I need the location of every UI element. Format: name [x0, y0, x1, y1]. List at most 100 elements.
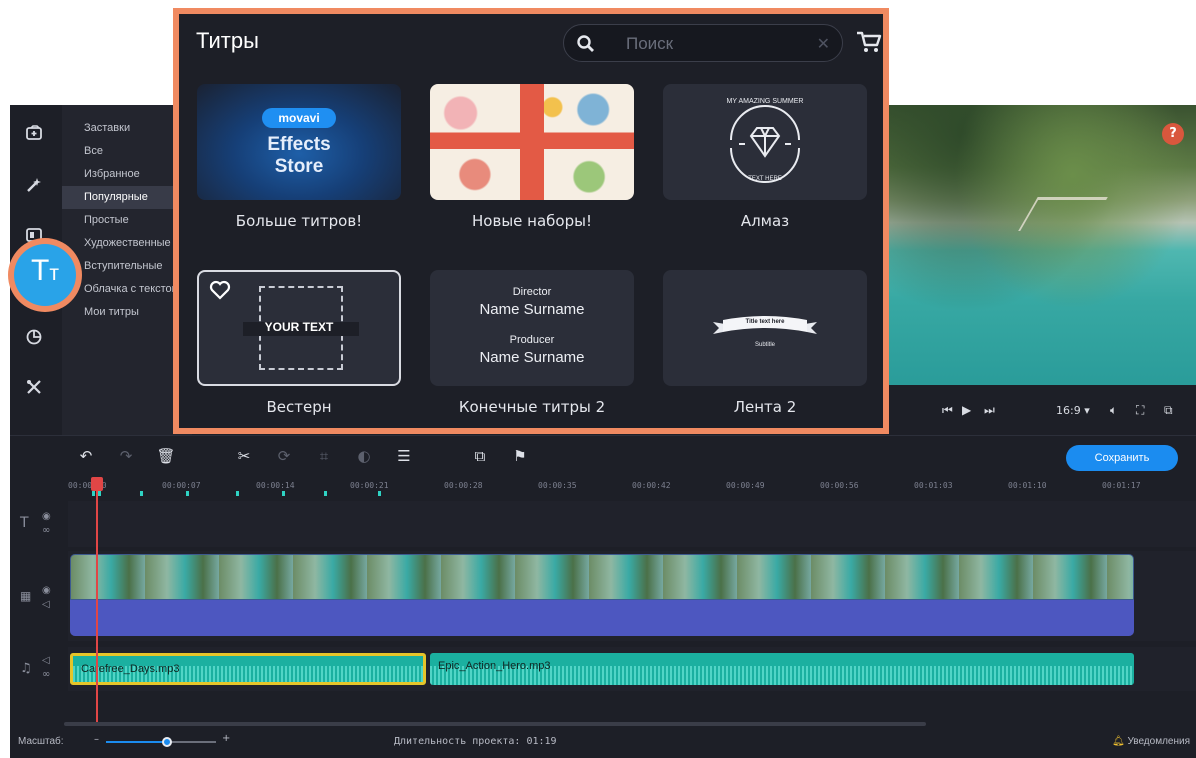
credits-role-1: Director: [512, 286, 552, 298]
music-note-icon: ♫: [20, 661, 32, 676]
overlay-icon[interactable]: ⧉: [470, 446, 490, 466]
tile-effects-store[interactable]: movavi Effects Store: [197, 84, 401, 200]
audio-clip[interactable]: Carefree_Days.mp3: [70, 653, 426, 685]
video-effect-bar[interactable]: [70, 600, 1134, 636]
heart-icon[interactable]: [209, 280, 231, 300]
store-line-1: Effects: [267, 134, 331, 155]
zoom-slider[interactable]: [106, 737, 216, 747]
aspect-ratio-select[interactable]: 16:9 ▾: [1056, 404, 1090, 417]
video-track-header: ▦ ◉ ◁: [10, 551, 68, 641]
clip-marker: [186, 491, 189, 496]
zoom-in-icon[interactable]: +: [222, 733, 230, 744]
video-clip[interactable]: [70, 554, 1134, 600]
audio-track-header: ♫ ◁ ∞: [10, 647, 68, 691]
clip-marker: [282, 491, 285, 496]
tile-western[interactable]: YOUR TEXT: [197, 270, 401, 386]
cut-icon[interactable]: ✂: [234, 446, 254, 466]
mute-icon[interactable]: ◁: [42, 655, 50, 666]
skip-back-icon[interactable]: ⏮: [942, 403, 953, 418]
credits-name-2: Name Surname: [479, 349, 585, 366]
tick-label: 00:00:07: [162, 481, 201, 490]
visibility-icon[interactable]: ◉: [42, 585, 51, 596]
clip-marker: [98, 491, 101, 496]
tile-end-credits[interactable]: Director Name Surname Producer Name Surn…: [430, 270, 634, 386]
project-duration: Длительность проекта: 01:19: [394, 736, 557, 747]
search-input[interactable]: [626, 33, 796, 55]
titles-panel: Титры ✕ movavi Effects Store Больше титр…: [173, 8, 889, 434]
clip-marker: [324, 491, 327, 496]
zoom-out-icon[interactable]: –: [94, 734, 99, 745]
help-button[interactable]: ?: [1162, 123, 1184, 145]
clip-marker: [378, 491, 381, 496]
tick-label: 00:01:03: [914, 481, 953, 490]
marker-flag-icon[interactable]: ⚑: [510, 446, 530, 466]
video-preview[interactable]: ?: [888, 105, 1196, 385]
audio-clip[interactable]: Epic_Action_Hero.mp3: [430, 653, 1134, 685]
link-icon[interactable]: ∞: [42, 669, 50, 680]
filters-icon[interactable]: [20, 171, 48, 199]
player-controls: ⏮ ▶ ⏭ 16:9 ▾ 🔈︎ ⛶ ⧉: [888, 385, 1196, 435]
bell-icon: 🔔︎: [1111, 736, 1125, 747]
visibility-icon[interactable]: ◉: [42, 511, 51, 522]
link-icon[interactable]: ∞: [42, 525, 50, 536]
tile-label: Лента 2: [733, 398, 797, 416]
tick-label: 00:00:42: [632, 481, 671, 490]
panel-title: Титры: [196, 28, 259, 53]
tile-label: Конечные титры 2: [458, 398, 606, 416]
mute-icon[interactable]: ◁: [42, 599, 50, 610]
zoom-slider-thumb[interactable]: [161, 737, 172, 747]
cart-icon[interactable]: [855, 28, 883, 56]
volume-icon[interactable]: 🔈︎: [1110, 403, 1117, 418]
rotate-icon[interactable]: ⟳: [274, 446, 294, 466]
titles-tool-big-letter: T: [31, 254, 50, 287]
tile-label: Больше титров!: [235, 212, 363, 230]
tile-ribbon[interactable]: Title text here Subtitle: [663, 270, 867, 386]
tick-label: 00:00:49: [726, 481, 765, 490]
ribbon-title-text: Title text here: [745, 319, 785, 325]
playhead-handle[interactable]: [91, 477, 103, 491]
western-title-text: YOUR TEXT: [264, 320, 334, 334]
import-icon[interactable]: [20, 119, 48, 147]
tick-label: 00:00:56: [820, 481, 859, 490]
title-track-icon: T: [20, 515, 29, 531]
title-track[interactable]: [68, 501, 1196, 547]
crop-icon[interactable]: ⌗: [314, 446, 334, 466]
undo-icon[interactable]: ↶: [76, 446, 96, 466]
tile-diamond[interactable]: MY AMAZING SUMMER TEXT HERE: [663, 84, 867, 200]
credits-role-2: Producer: [509, 334, 555, 346]
preview-driftwood: [1018, 197, 1108, 231]
notifications-label: Уведомления: [1127, 736, 1190, 747]
clip-marker: [236, 491, 239, 496]
zoom-slider-fill: [106, 741, 167, 743]
tick-label: 00:01:10: [1008, 481, 1047, 490]
notifications-button[interactable]: 🔔︎ Уведомления: [1112, 736, 1190, 747]
tile-new-packs[interactable]: [430, 84, 634, 200]
diamond-badge-bottom-text: TEXT HERE: [748, 176, 782, 182]
titles-tool-icon: Tт: [14, 244, 76, 306]
timeline-ruler[interactable]: 00:00:00 00:00:07 00:00:14 00:00:21 00:0…: [68, 477, 1196, 501]
titles-tool-button[interactable]: Tт: [8, 238, 82, 312]
stickers-icon[interactable]: [20, 323, 48, 351]
clear-search-icon[interactable]: ✕: [817, 34, 830, 53]
play-icon[interactable]: ▶: [962, 403, 971, 417]
color-adjust-icon[interactable]: ◐: [354, 446, 374, 466]
skip-forward-icon[interactable]: ⏭: [984, 403, 995, 418]
redo-icon[interactable]: ↷: [116, 446, 136, 466]
more-tools-icon[interactable]: [20, 373, 48, 401]
search-icon: [577, 35, 594, 52]
search-box[interactable]: ✕: [563, 24, 843, 62]
timeline-toolbar: ↶ ↷ 🗑︎ ✂ ⟳ ⌗ ◐ ☰ ⧉ ⚑ Сохранить: [10, 435, 1196, 477]
detach-icon[interactable]: ⧉: [1164, 403, 1173, 418]
tick-label: 00:00:21: [350, 481, 389, 490]
tile-label: Вестерн: [266, 398, 332, 416]
tick-label: 00:01:17: [1102, 481, 1141, 490]
delete-icon[interactable]: 🗑︎: [156, 446, 176, 466]
playhead[interactable]: [96, 478, 98, 726]
tick-label: 00:00:28: [444, 481, 483, 490]
save-button[interactable]: Сохранить: [1066, 445, 1178, 471]
clip-properties-icon[interactable]: ☰: [394, 446, 414, 466]
clip-marker: [92, 491, 95, 496]
effects-store-text: Effects Store: [197, 134, 401, 178]
fullscreen-icon[interactable]: ⛶: [1136, 403, 1144, 418]
tick-label: 00:00:14: [256, 481, 295, 490]
